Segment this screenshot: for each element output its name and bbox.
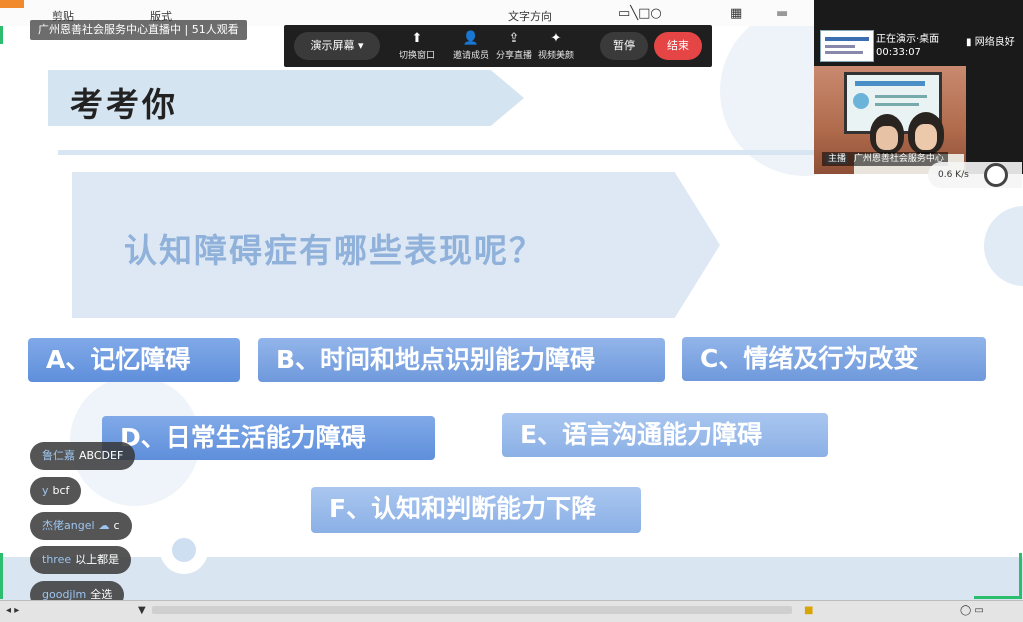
deco-circle <box>984 206 1023 286</box>
chat-username: 杰佬angel <box>42 519 95 532</box>
shapes-icon[interactable]: ▭╲□○ <box>618 6 662 21</box>
live-viewers-tag: 广州恩善社会服务中心直播中 | 51人观看 <box>30 20 247 40</box>
slide-bottom-band <box>0 557 1023 600</box>
presenter-face <box>876 126 898 150</box>
presenter-face <box>915 124 937 150</box>
switch-window-button[interactable]: ⬆ 切换窗口 <box>394 31 440 61</box>
sparkle-icon: ✦ <box>550 31 562 46</box>
invite-members-label: 邀请成员 <box>452 51 489 61</box>
chat-text: 以上都是 <box>75 553 120 566</box>
video-beauty-button[interactable]: ✦ 视频美颜 <box>533 31 579 61</box>
shared-screen-thumbnail[interactable] <box>820 30 874 62</box>
signal-icon: ▮ <box>966 37 972 48</box>
question-text: 认知障碍症有哪些表现呢？ <box>124 231 544 270</box>
chat-username: y <box>42 484 49 497</box>
end-button[interactable]: 结束 <box>654 32 702 60</box>
notes-icon[interactable]: ■ <box>804 605 813 616</box>
capture-frame-corner <box>974 596 1022 599</box>
presenting-status: 正在演示·桌面 00:33:07 <box>876 33 939 59</box>
horizontal-scrollbar[interactable] <box>152 606 792 614</box>
host-badge: 主播 <box>826 154 849 164</box>
scroll-arrow-icon[interactable]: ▼ <box>138 605 146 616</box>
switch-window-label: 切换窗口 <box>398 51 435 61</box>
chat-username: 鲁仁嘉 <box>42 449 75 462</box>
chat-username: three <box>42 553 72 566</box>
performance-ring-icon <box>984 163 1008 187</box>
video-beauty-label: 视频美颜 <box>537 51 574 61</box>
chat-message: 鲁仁嘉 ABCDEF <box>30 442 136 470</box>
title-divider <box>58 150 818 155</box>
chat-message: y bcf <box>30 477 82 505</box>
option-a: A、记忆障碍 <box>28 338 240 382</box>
chat-text: c <box>113 519 120 532</box>
session-timer: 00:33:07 <box>876 47 921 58</box>
chat-message: 杰佬angel ☁ c <box>30 512 132 540</box>
thumbs-up-icon: ☁ <box>98 519 110 532</box>
host-name: 广州恩善社会服务中心 <box>853 154 944 164</box>
chat-text: ABCDEF <box>79 449 124 462</box>
chat-text: bcf <box>52 484 70 497</box>
presenting-label: 正在演示·桌面 <box>876 34 940 45</box>
ribbon-file-tab[interactable] <box>0 0 24 8</box>
option-c: C、情绪及行为改变 <box>682 337 986 381</box>
pause-button[interactable]: 暂停 <box>600 32 648 60</box>
capture-frame-corner <box>0 26 3 44</box>
chat-message: three 以上都是 <box>30 546 132 574</box>
network-label: 网络良好 <box>974 37 1015 48</box>
host-name-tag: 主播 广州恩善社会服务中心 <box>822 152 948 166</box>
switch-window-icon: ⬆ <box>411 31 423 46</box>
add-user-icon: 👤 <box>462 31 480 46</box>
network-status: ▮ 网络良好 <box>966 33 1015 48</box>
meeting-control-bar: 演示屏幕 ▾ ⬆ 切换窗口 👤 邀请成员 ⇪ 分享直播 ✦ 视频美颜 暂停 结束 <box>284 25 712 67</box>
share-live-label: 分享直播 <box>495 51 532 61</box>
option-b: B、时间和地点识别能力障碍 <box>258 338 665 382</box>
invite-members-button[interactable]: 👤 邀请成员 <box>448 31 494 61</box>
chevron-down-icon: ▾ <box>357 39 364 52</box>
upload-speed: 0.6 K/s <box>938 170 969 180</box>
zoom-control-icon[interactable]: ◯ ▭ <box>960 605 984 616</box>
capture-frame-corner <box>0 553 3 599</box>
present-screen-dropdown[interactable]: 演示屏幕 ▾ <box>294 32 380 60</box>
arrange-icon[interactable]: ▦ <box>730 6 742 21</box>
present-screen-label: 演示屏幕 <box>310 39 355 52</box>
option-e: E、语言沟通能力障碍 <box>502 413 828 457</box>
ribbon-text-direction[interactable]: 文字方向 <box>508 8 552 24</box>
quick-style-icon[interactable]: ▬ <box>776 6 788 21</box>
deco-ring-inner <box>172 538 196 562</box>
capture-frame-corner <box>1019 553 1022 599</box>
share-icon: ⇪ <box>508 31 520 46</box>
option-f: F、认知和判断能力下降 <box>311 487 641 533</box>
slide-navigation-icon[interactable]: ◂ ▸ <box>6 605 19 616</box>
upload-speed-widget: 0.6 K/s <box>928 162 1022 188</box>
slide-title: 考考你 <box>70 85 178 124</box>
share-live-button[interactable]: ⇪ 分享直播 <box>491 31 537 61</box>
option-d: D、日常生活能力障碍 <box>102 416 435 460</box>
app-status-bar: ◂ ▸ ▼ ■ ◯ ▭ <box>0 600 1023 622</box>
